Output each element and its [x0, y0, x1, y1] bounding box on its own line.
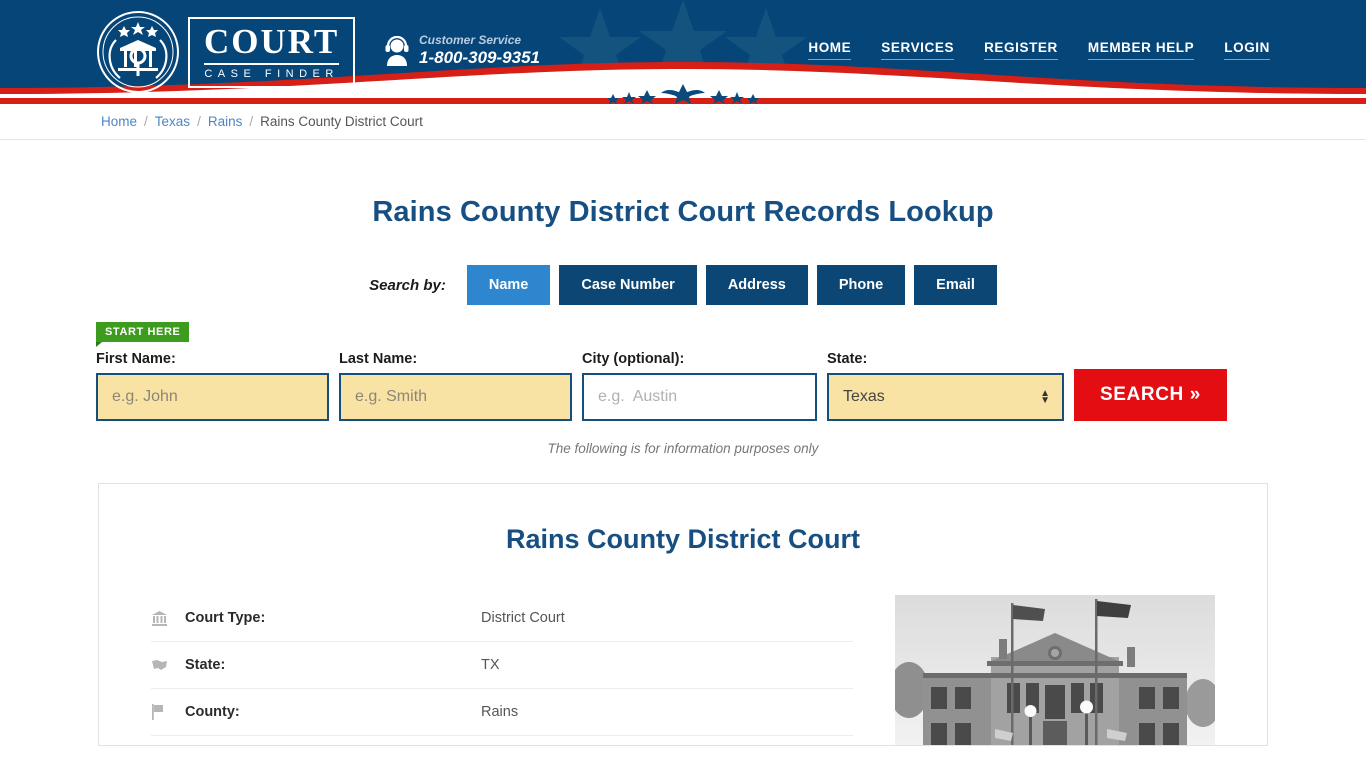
state-field-group: State: Texas ▲ ▼ [827, 351, 1064, 421]
courthouse-photo [895, 595, 1215, 745]
breadcrumb-item-rains[interactable]: Rains [208, 114, 243, 129]
flag-icon [151, 704, 185, 720]
table-row: State: TX [151, 642, 853, 689]
nav-item-member-help[interactable]: MEMBER HELP [1087, 40, 1195, 60]
breadcrumb-item-home[interactable]: Home [101, 114, 137, 129]
state-select-value: Texas [843, 388, 885, 405]
tab-email[interactable]: Email [914, 265, 997, 305]
tab-phone[interactable]: Phone [816, 265, 906, 305]
bank-columns-icon [151, 610, 185, 627]
search-form: START HERE First Name: Last Name: City (… [96, 322, 1270, 421]
table-row: County: Rains [151, 689, 853, 736]
nav-item-login[interactable]: LOGIN [1224, 40, 1270, 60]
nav-item-services[interactable]: SERVICES [881, 40, 955, 60]
tab-case-number[interactable]: Case Number [559, 265, 697, 305]
page-title: Rains County District Court Records Look… [372, 196, 994, 228]
first-name-label: First Name: [96, 351, 176, 367]
tab-name[interactable]: Name [466, 265, 551, 305]
search-button[interactable]: SEARCH » [1074, 369, 1227, 421]
court-details-table: Court Type: District Court State: TX Cou… [151, 595, 853, 745]
breadcrumb-separator: / [197, 114, 201, 129]
logo-divider [204, 62, 340, 65]
search-by-label: Search by: [369, 276, 446, 294]
logo-wordmark: COURT CASE FINDER [188, 16, 356, 88]
disclaimer-text: The following is for information purpose… [547, 441, 819, 456]
start-here-badge: START HERE [96, 322, 190, 347]
court-seal-icon [97, 11, 179, 93]
customer-service-label: Customer Service [419, 33, 522, 47]
headset-agent-icon [385, 35, 409, 66]
city-field-group: City (optional): [582, 351, 817, 421]
detail-key: Court Type: [185, 610, 266, 626]
breadcrumb-item-current: Rains County District Court [260, 114, 423, 129]
court-card-heading: Rains County District Court [505, 524, 861, 554]
nav-item-home[interactable]: HOME [808, 40, 852, 60]
customer-service-block[interactable]: Customer Service 1-800-309-9351 [384, 33, 540, 68]
city-label: City (optional): [582, 351, 685, 367]
breadcrumb-item-texas[interactable]: Texas [155, 114, 190, 129]
breadcrumb: Home / Texas / Rains / Rains County Dist… [0, 104, 1366, 140]
chevron-updown-icon[interactable]: ▲ ▼ [1040, 389, 1050, 406]
nav-item-register[interactable]: REGISTER [984, 40, 1058, 60]
first-name-field-group: First Name: [96, 351, 329, 421]
state-label: State: [827, 351, 868, 367]
city-input[interactable] [582, 373, 817, 421]
breadcrumb-separator: / [144, 114, 148, 129]
last-name-input[interactable] [339, 373, 572, 421]
eagle-stars-emblem [607, 84, 759, 104]
detail-value: Rains [481, 704, 519, 720]
state-select[interactable]: Texas ▲ ▼ [827, 373, 1064, 421]
detail-key: State: [185, 657, 226, 673]
logo-title: COURT [204, 21, 340, 61]
site-header: COURT CASE FINDER Customer Service 1-800… [0, 0, 1366, 104]
court-info-card: Rains County District Court Court Type: … [98, 483, 1268, 746]
main-nav[interactable]: HOME SERVICES REGISTER MEMBER HELP LOGIN [808, 40, 1270, 60]
customer-service-phone[interactable]: 1-800-309-9351 [419, 48, 540, 68]
detail-value: TX [481, 657, 500, 673]
search-by-tabs: Search by: Name Case Number Address Phon… [0, 265, 1366, 305]
site-logo[interactable]: COURT CASE FINDER [96, 10, 356, 94]
breadcrumb-separator: / [249, 114, 254, 129]
tab-address[interactable]: Address [705, 265, 808, 305]
us-map-icon [151, 658, 185, 673]
first-name-input[interactable] [96, 373, 329, 421]
logo-subtitle: CASE FINDER [204, 67, 339, 80]
last-name-field-group: Last Name: [339, 351, 572, 421]
detail-key: County: [185, 704, 240, 720]
table-row: Court Type: District Court [151, 595, 853, 642]
last-name-label: Last Name: [339, 351, 418, 367]
detail-value: District Court [481, 610, 565, 626]
